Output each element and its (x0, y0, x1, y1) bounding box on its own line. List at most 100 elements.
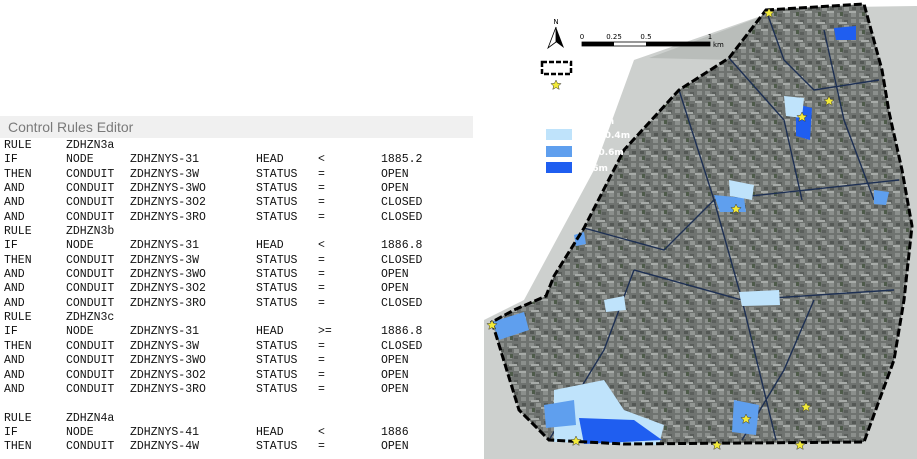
rule-line: THEN CONDUIT ZDHZNYS-3W STATUS = CLOSED (4, 254, 474, 268)
rule-line: THEN CONDUIT ZDHZNYS-4W STATUS = OPEN (4, 440, 474, 454)
rule-keyword: IF (4, 425, 18, 439)
rule-attribute: STATUS (256, 182, 298, 196)
rule-line (4, 397, 474, 411)
rule-keyword: IF (4, 153, 18, 167)
rule-attribute: HEAD (256, 325, 284, 339)
legend-point-label: 内涝点 (575, 80, 602, 92)
legend-swatch-2 (546, 129, 572, 140)
rule-value: CLOSED (381, 296, 423, 310)
scale-unit: km (713, 41, 724, 49)
rule-attribute: STATUS (256, 167, 298, 181)
rule-object-type: CONDUIT (66, 296, 115, 310)
rule-operator: = (318, 167, 325, 181)
flood-patch-north (834, 26, 856, 40)
rule-operator: = (318, 339, 325, 353)
rule-object-id: ZDHZNYS-3W (130, 167, 200, 181)
rule-line: AND CONDUIT ZDHZNYS-3WO STATUS = OPEN (4, 268, 474, 282)
rule-operator: = (318, 182, 325, 196)
rule-keyword: THEN (4, 167, 32, 181)
rule-object-id: ZDHZNYS-3RO (130, 210, 206, 224)
rule-value: OPEN (381, 382, 409, 396)
legend-swatch-3 (546, 146, 572, 157)
legend-depth-title: 最大淹水深度 (546, 97, 601, 109)
rule-operator: < (318, 425, 325, 439)
rule-object-type: ZDHZN3c (66, 311, 115, 325)
north-arrow: N (547, 18, 564, 50)
flood-map: N 0 0.25 0.5 1 km 评估范围 内涝点 最大淹水深度 <0.15m (484, 2, 917, 459)
rule-keyword: THEN (4, 440, 32, 454)
rule-line: IF NODE ZDHZNYS-31 HEAD >= 1886.8 (4, 325, 474, 339)
rule-operator: = (318, 440, 325, 454)
rule-value: OPEN (381, 368, 409, 382)
rule-line: AND CONDUIT ZDHZNYS-3RO STATUS = CLOSED (4, 211, 474, 225)
rule-keyword: AND (4, 282, 25, 296)
north-arrow-right (556, 27, 564, 48)
rule-keyword: IF (4, 239, 18, 253)
rule-operator: = (318, 253, 325, 267)
legend-class-3: 0.4~0.6m (575, 148, 624, 158)
north-label: N (553, 18, 558, 26)
rule-line: AND CONDUIT ZDHZNYS-3WO STATUS = OPEN (4, 354, 474, 368)
rule-operator: = (318, 296, 325, 310)
rule-object-id: ZDHZNYS-3O2 (130, 196, 206, 210)
rule-keyword: THEN (4, 339, 32, 353)
rule-object-type: CONDUIT (66, 339, 115, 353)
rule-object-id: ZDHZNYS-31 (130, 153, 200, 167)
rule-attribute: STATUS (256, 268, 298, 282)
rule-value: CLOSED (381, 339, 423, 353)
legend-class-2: 0.15~0.4m (575, 131, 630, 141)
rule-value: OPEN (381, 182, 409, 196)
rule-object-id: ZDHZNYS-3WO (130, 354, 206, 368)
rule-operator: >= (318, 325, 332, 339)
rules-text-area[interactable]: RULE ZDHZN3a IF NODE ZDHZNYS-31 HEAD <1885.2 TH… (4, 139, 474, 457)
rule-object-id: ZDHZNYS-3RO (130, 382, 206, 396)
legend-star-icon (550, 79, 562, 90)
rule-keyword: AND (4, 296, 25, 310)
rule-value: 1886.8 (381, 325, 423, 339)
scale-tick-0: 0 (580, 33, 584, 41)
rule-line: AND CONDUIT ZDHZNYS-3O2 STATUS = OPEN (4, 369, 474, 383)
rule-line: THEN CONDUIT ZDHZNYS-3W STATUS = CLOSED (4, 340, 474, 354)
flood-patch-mid-sw (544, 400, 576, 428)
rule-object-type: NODE (66, 425, 94, 439)
rule-value: CLOSED (381, 253, 423, 267)
scale-tick-3: 1 (708, 33, 712, 41)
rule-object-id: ZDHZNYS-3WO (130, 268, 206, 282)
rule-keyword: RULE (4, 311, 32, 325)
rule-attribute: STATUS (256, 296, 298, 310)
rule-object-type: CONDUIT (66, 440, 115, 454)
scale-bar-seg-1 (582, 42, 614, 46)
scale-bar-seg-3 (646, 42, 710, 46)
rule-line: IF NODE ZDHZNYS-31 HEAD <1885.2 (4, 153, 474, 167)
rule-attribute: HEAD (256, 153, 284, 167)
rule-object-id: ZDHZNYS-3RO (130, 296, 206, 310)
rule-line: AND CONDUIT ZDHZNYS-3RO STATUS = OPEN (4, 383, 474, 397)
rule-value: 1885.2 (381, 153, 423, 167)
rule-operator: = (318, 268, 325, 282)
rule-keyword: AND (4, 268, 25, 282)
rule-operator: < (318, 153, 325, 167)
flood-patch-east-light (739, 290, 780, 306)
rule-keyword: AND (4, 382, 25, 396)
legend-boundary-symbol (540, 60, 573, 76)
rule-keyword: AND (4, 210, 25, 224)
rule-operator: = (318, 196, 325, 210)
rule-object-id: ZDHZNYS-4W (130, 440, 200, 454)
rule-value: CLOSED (381, 196, 423, 210)
rule-attribute: STATUS (256, 440, 298, 454)
rule-attribute: STATUS (256, 196, 298, 210)
rule-object-type: CONDUIT (66, 210, 115, 224)
legend-class-1: <0.15m (575, 117, 614, 127)
legend-swatch-4 (546, 162, 572, 173)
scale-tick-1: 0.25 (606, 33, 622, 41)
rule-value: OPEN (381, 268, 409, 282)
rule-keyword: AND (4, 182, 25, 196)
rule-attribute: HEAD (256, 239, 284, 253)
rule-object-type: ZDHZN3a (66, 139, 115, 152)
rule-operator: = (318, 354, 325, 368)
rule-value: CLOSED (381, 210, 423, 224)
rule-object-id: ZDHZNYS-31 (130, 325, 200, 339)
rule-line: AND CONDUIT ZDHZNYS-3WO STATUS = OPEN (4, 182, 474, 196)
rule-line: IF NODE ZDHZNYS-41 HEAD <1886 (4, 426, 474, 440)
rule-object-type: CONDUIT (66, 253, 115, 267)
